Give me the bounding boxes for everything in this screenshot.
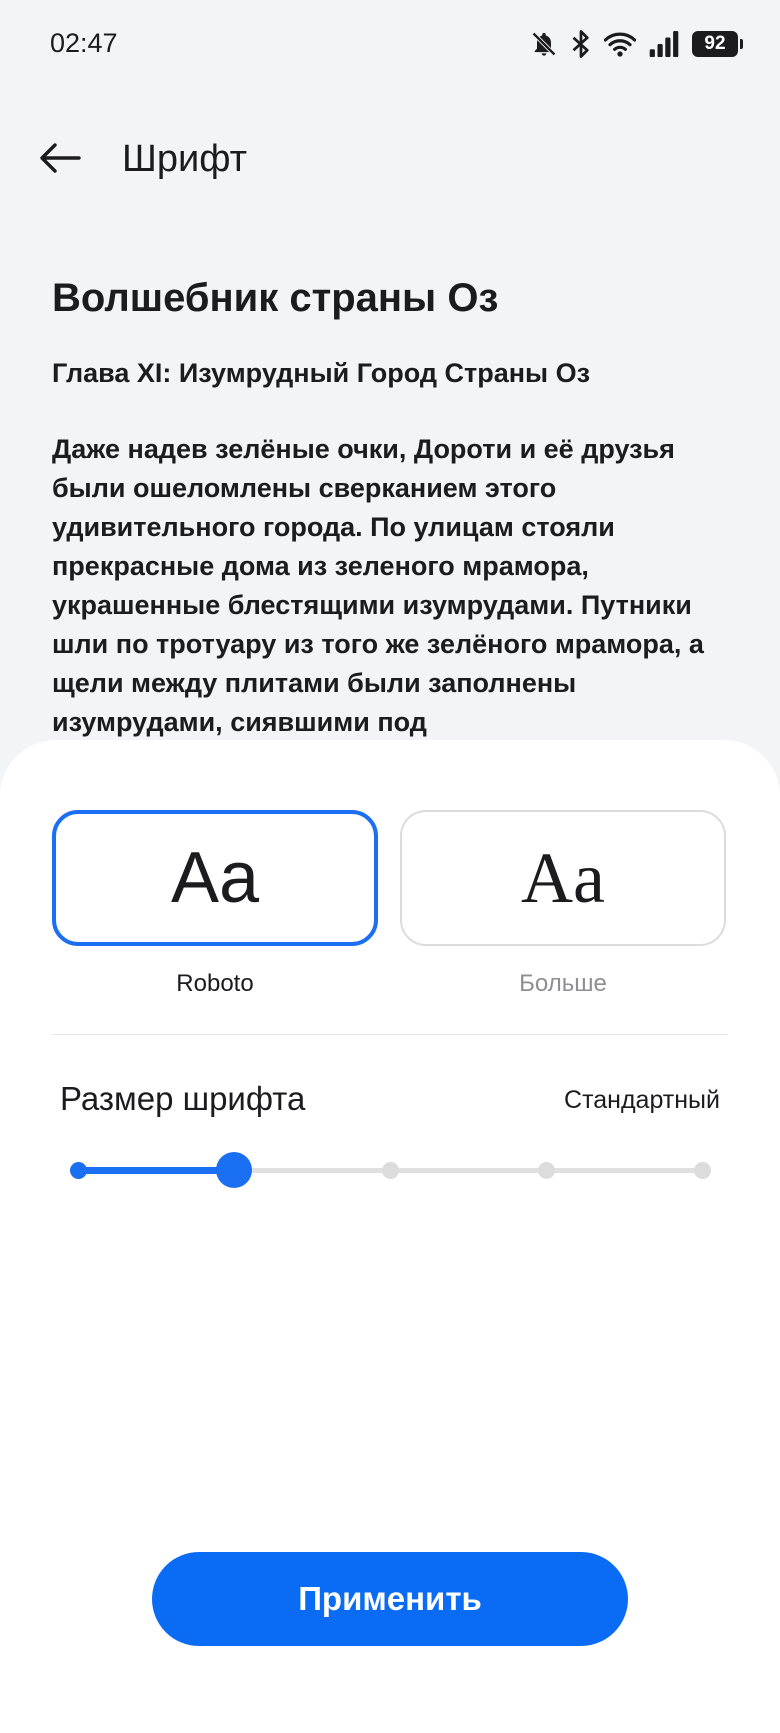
slider-thumb[interactable] [216, 1152, 252, 1188]
font-sample: Aa [521, 838, 605, 918]
wifi-icon [604, 30, 636, 58]
arrow-left-icon [39, 142, 81, 179]
font-size-title: Размер шрифта [60, 1080, 306, 1117]
font-size-value: Стандартный [564, 1086, 720, 1114]
preview-title: Волшебник страны Оз [52, 276, 499, 320]
battery-icon: 92 [692, 31, 743, 57]
font-size-row: Размер шрифта Стандартный [60, 1076, 720, 1126]
preview-body: Даже надев зелёные очки, Дороти и её дру… [52, 434, 704, 737]
font-label: Roboto [176, 970, 254, 997]
signal-icon [648, 31, 680, 57]
divider [52, 1034, 728, 1035]
slider-fill [78, 1167, 234, 1174]
slider-step-dot[interactable] [537, 1162, 555, 1179]
slider-step-dot[interactable] [693, 1162, 711, 1179]
font-option-roboto[interactable]: Aa Roboto [52, 810, 378, 998]
bell-off-icon [530, 30, 558, 58]
preview-chapter: Глава XI: Изумрудный Город Страны Оз [52, 358, 591, 388]
font-size-slider[interactable] [69, 1150, 711, 1190]
page-title: Шрифт [122, 138, 248, 180]
bluetooth-icon [570, 29, 592, 59]
font-options: Aa Roboto Aa Больше [52, 810, 726, 998]
status-time: 02:47 [50, 28, 118, 58]
font-option-more[interactable]: Aa Больше [400, 810, 726, 998]
status-bar: 02:47 92 [0, 0, 780, 90]
font-label: Больше [519, 970, 607, 997]
font-settings-screen: 02:47 92 Шрифт Волшебник страны Оз Глава… [0, 0, 780, 1733]
font-card-selected[interactable]: Aa [52, 810, 378, 946]
status-icons: 92 [530, 28, 743, 60]
back-button[interactable] [36, 138, 84, 182]
slider-step-dot[interactable] [69, 1162, 87, 1179]
font-preview: Волшебник страны Оз Глава XI: Изумрудный… [52, 270, 732, 742]
header: Шрифт [0, 120, 780, 200]
font-bottom-sheet: Aa Roboto Aa Больше Размер шрифта Станда… [0, 740, 780, 1733]
apply-button[interactable]: Применить [152, 1552, 628, 1646]
slider-step-dot[interactable] [381, 1162, 399, 1179]
font-sample: Aa [170, 838, 260, 918]
font-card[interactable]: Aa [400, 810, 726, 946]
